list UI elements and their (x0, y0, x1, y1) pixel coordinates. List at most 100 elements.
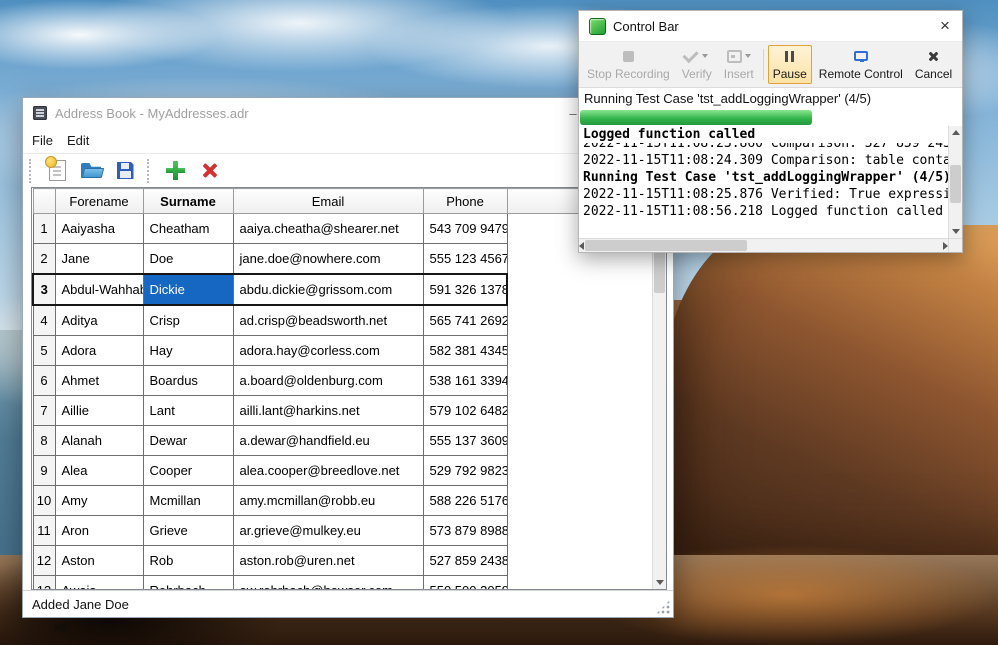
table-row[interactable]: 3Abdul-WahhabDickieabdu.dickie@grissom.c… (33, 274, 653, 305)
cell-phone[interactable]: 588 226 5176 (423, 486, 507, 516)
cell-email[interactable]: ar.grieve@mulkey.eu (233, 516, 423, 546)
row-number[interactable]: 11 (33, 516, 55, 546)
cell-surname[interactable]: Rob (143, 546, 233, 576)
cell-forename[interactable]: Aston (55, 546, 143, 576)
cell-email[interactable]: aston.rob@uren.net (233, 546, 423, 576)
cell-surname[interactable]: Boardus (143, 366, 233, 396)
table-row[interactable]: 11AronGrievear.grieve@mulkey.eu573 879 8… (33, 516, 653, 546)
cell-surname[interactable]: Lant (143, 396, 233, 426)
table-row[interactable]: 7AillieLantailli.lant@harkins.net579 102… (33, 396, 653, 426)
cell-forename[interactable]: Awais (55, 576, 143, 591)
cell-email[interactable]: jane.doe@nowhere.com (233, 244, 423, 275)
cell-phone[interactable]: 543 709 9479 (423, 214, 507, 244)
scrollbar-track[interactable] (949, 139, 962, 225)
pause-button[interactable]: Pause (768, 45, 812, 84)
menu-file[interactable]: File (25, 130, 60, 151)
row-number[interactable]: 6 (33, 366, 55, 396)
address-book-titlebar[interactable]: Address Book - MyAddresses.adr – ▢ × (23, 98, 673, 128)
scroll-down-button[interactable] (653, 576, 666, 589)
column-header-forename[interactable]: Forename (55, 189, 143, 214)
table-row[interactable]: 9AleaCooperalea.cooper@breedlove.net529 … (33, 456, 653, 486)
cell-surname[interactable]: Cooper (143, 456, 233, 486)
table-row[interactable]: 8AlanahDewara.dewar@handfield.eu555 137 … (33, 426, 653, 456)
remote-control-button[interactable]: Remote Control (814, 45, 908, 84)
close-button[interactable]: × (928, 11, 962, 41)
cell-phone[interactable]: 529 792 9823 (423, 456, 507, 486)
cell-phone[interactable]: 555 123 4567 (423, 244, 507, 275)
remove-entry-button[interactable] (195, 157, 223, 185)
toolbar-handle[interactable] (29, 159, 35, 183)
cell-surname[interactable]: Cheatham (143, 214, 233, 244)
table-row[interactable]: 6AhmetBoardusa.board@oldenburg.com538 16… (33, 366, 653, 396)
row-number[interactable]: 3 (33, 274, 55, 305)
resize-grip-icon[interactable] (656, 600, 670, 614)
cell-surname[interactable]: Dickie (143, 274, 233, 305)
scrollbar-track[interactable] (653, 201, 666, 576)
cell-surname[interactable]: Hay (143, 336, 233, 366)
cell-forename[interactable]: Alea (55, 456, 143, 486)
table-row[interactable]: 13AwaisRohrbachaw.rohrbach@howser.com550… (33, 576, 653, 591)
column-header-phone[interactable]: Phone (423, 189, 507, 214)
row-number[interactable]: 13 (33, 576, 55, 591)
table-row[interactable]: 2JaneDoejane.doe@nowhere.com555 123 4567 (33, 244, 653, 275)
cell-forename[interactable]: Alanah (55, 426, 143, 456)
cell-phone[interactable]: 550 500 3059 (423, 576, 507, 591)
cell-forename[interactable]: Aditya (55, 305, 143, 336)
row-number[interactable]: 7 (33, 396, 55, 426)
cell-surname[interactable]: Mcmillan (143, 486, 233, 516)
cell-phone[interactable]: 582 381 4345 (423, 336, 507, 366)
stop-recording-button[interactable]: Stop Recording (582, 45, 675, 84)
cell-email[interactable]: aaiya.cheatha@shearer.net (233, 214, 423, 244)
cancel-button[interactable]: Cancel (910, 45, 957, 84)
cell-email[interactable]: alea.cooper@breedlove.net (233, 456, 423, 486)
corner-header[interactable] (33, 189, 55, 214)
insert-button[interactable]: Insert (719, 45, 759, 84)
cell-phone[interactable]: 573 879 8988 (423, 516, 507, 546)
toolbar-handle[interactable] (147, 159, 153, 183)
cell-forename[interactable]: Jane (55, 244, 143, 275)
row-number[interactable]: 12 (33, 546, 55, 576)
cell-forename[interactable]: Ahmet (55, 366, 143, 396)
row-number[interactable]: 5 (33, 336, 55, 366)
cell-email[interactable]: ailli.lant@harkins.net (233, 396, 423, 426)
cell-email[interactable]: aw.rohrbach@howser.com (233, 576, 423, 591)
cell-email[interactable]: amy.mcmillan@robb.eu (233, 486, 423, 516)
table-row[interactable]: 1AaiyashaCheathamaaiya.cheatha@shearer.n… (33, 214, 653, 244)
cell-surname[interactable]: Doe (143, 244, 233, 275)
control-bar-titlebar[interactable]: Control Bar × (579, 11, 962, 42)
cell-email[interactable]: adora.hay@corless.com (233, 336, 423, 366)
dropdown-caret-icon[interactable] (702, 54, 708, 58)
new-address-book-button[interactable] (43, 157, 71, 185)
row-number[interactable]: 9 (33, 456, 55, 486)
cell-forename[interactable]: Aillie (55, 396, 143, 426)
cell-forename[interactable]: Aron (55, 516, 143, 546)
log-vertical-scrollbar[interactable] (948, 126, 962, 238)
table-row[interactable]: 5AdoraHayadora.hay@corless.com582 381 43… (33, 336, 653, 366)
log-horizontal-scrollbar[interactable] (579, 238, 962, 252)
cell-surname[interactable]: Dewar (143, 426, 233, 456)
scroll-down-button[interactable] (949, 225, 962, 238)
column-header-email[interactable]: Email (233, 189, 423, 214)
scrollbar-thumb[interactable] (950, 165, 961, 204)
verify-button[interactable]: Verify (677, 45, 717, 84)
cell-email[interactable]: a.dewar@handfield.eu (233, 426, 423, 456)
cell-phone[interactable]: 591 326 1378 (423, 274, 507, 305)
row-number[interactable]: 8 (33, 426, 55, 456)
cell-phone[interactable]: 538 161 3394 (423, 366, 507, 396)
cell-forename[interactable]: Aaiyasha (55, 214, 143, 244)
cell-surname[interactable]: Crisp (143, 305, 233, 336)
open-button[interactable] (77, 157, 105, 185)
cell-surname[interactable]: Grieve (143, 516, 233, 546)
scrollbar-thumb[interactable] (585, 240, 747, 251)
table-row[interactable]: 4AdityaCrispad.crisp@beadsworth.net565 7… (33, 305, 653, 336)
cell-forename[interactable]: Abdul-Wahhab (55, 274, 143, 305)
row-number[interactable]: 4 (33, 305, 55, 336)
table-row[interactable]: 12AstonRobaston.rob@uren.net527 859 2438 (33, 546, 653, 576)
dropdown-caret-icon[interactable] (745, 54, 751, 58)
row-number[interactable]: 1 (33, 214, 55, 244)
cell-phone[interactable]: 565 741 2692 (423, 305, 507, 336)
scrollbar-track[interactable] (584, 239, 943, 252)
table-row[interactable]: 10AmyMcmillanamy.mcmillan@robb.eu588 226… (33, 486, 653, 516)
cell-email[interactable]: a.board@oldenburg.com (233, 366, 423, 396)
cell-forename[interactable]: Adora (55, 336, 143, 366)
